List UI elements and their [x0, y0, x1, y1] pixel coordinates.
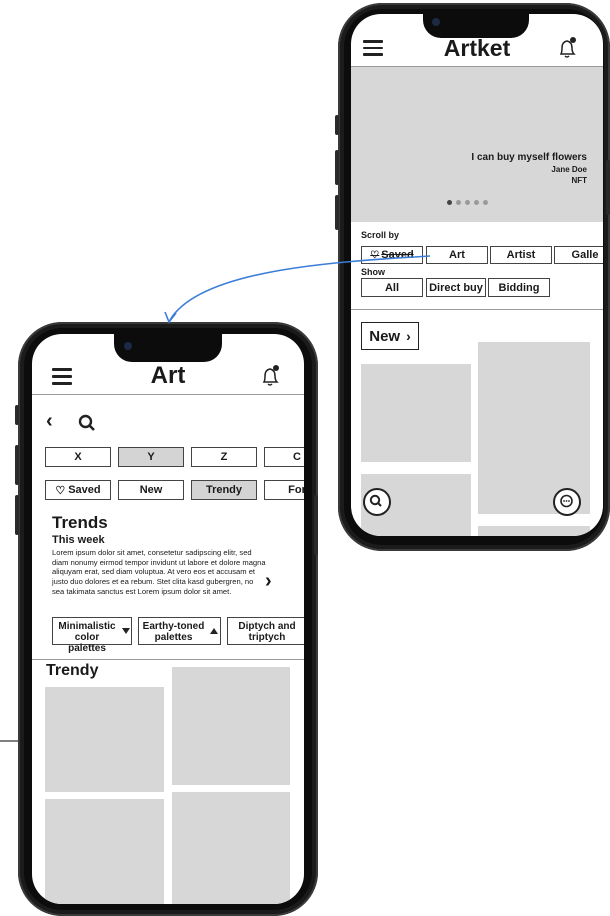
side-button: [335, 115, 339, 135]
artwork-card[interactable]: [45, 687, 164, 792]
side-button: [335, 195, 339, 230]
artwork-card[interactable]: [45, 799, 164, 904]
section-divider: [32, 659, 304, 660]
scroll-by-label: Scroll by: [361, 230, 400, 240]
palette-dropdown-minimalistic[interactable]: Minimalistic color palettes: [52, 617, 132, 654]
artwork-card[interactable]: [172, 792, 290, 904]
carousel-dot[interactable]: [474, 200, 479, 205]
chip-saved-label: Saved: [381, 249, 414, 261]
carousel-dot[interactable]: [465, 200, 470, 205]
front-camera: [432, 18, 440, 26]
chip-new[interactable]: New: [118, 480, 184, 500]
chevron-up-icon: [210, 628, 218, 634]
chip-saved[interactable]: ♡ Saved: [45, 480, 111, 500]
bell-icon[interactable]: [557, 36, 579, 60]
hero-title: I can buy myself flowers: [471, 152, 587, 163]
palette-dropdown-diptych[interactable]: Diptych and triptych: [227, 617, 304, 645]
trends-body: Lorem ipsum dolor sit amet, consetetur s…: [52, 548, 266, 596]
filter-letter-c[interactable]: C: [264, 447, 304, 467]
chip-for[interactable]: For: [264, 480, 304, 500]
section-divider: [351, 309, 603, 310]
show-label: Show: [361, 267, 385, 277]
search-icon: [369, 494, 382, 507]
artwork-card[interactable]: [478, 342, 590, 514]
app-title: Artket: [443, 35, 511, 61]
palette-label: Earthy-toned palettes: [142, 621, 205, 643]
chip-trendy[interactable]: Trendy: [191, 480, 257, 500]
palette-label: Minimalistic color palettes: [58, 621, 116, 654]
chevron-right-icon[interactable]: ›: [265, 570, 272, 593]
side-button: [15, 405, 19, 425]
chip-artist[interactable]: Artist: [490, 246, 552, 264]
artwork-card[interactable]: [361, 364, 471, 462]
side-button: [15, 445, 19, 485]
chat-button[interactable]: [553, 488, 581, 516]
palette-dropdown-earthy[interactable]: Earthy-toned palettes: [138, 617, 221, 645]
carousel-dot[interactable]: [456, 200, 461, 205]
new-button-label: New: [369, 327, 401, 345]
hamburger-menu-icon[interactable]: [363, 40, 383, 56]
chip-saved[interactable]: ♡ Saved: [361, 246, 423, 264]
notch: [114, 334, 222, 362]
screen-left: Art ‹ X Y Z C ♡ Saved New Trendy For Tre…: [32, 334, 304, 904]
trends-title: Trends: [52, 513, 108, 532]
artwork-card[interactable]: [478, 526, 590, 536]
chevron-left-icon[interactable]: ‹: [46, 410, 53, 433]
heart-icon: ♡: [55, 484, 66, 497]
chip-bidding[interactable]: Bidding: [488, 278, 550, 297]
chip-all[interactable]: All: [361, 278, 423, 297]
chip-gallery[interactable]: Galle: [554, 246, 603, 264]
app-title: Art: [150, 362, 186, 389]
hero-artist: Jane Doe: [551, 165, 587, 174]
chip-saved-label: Saved: [68, 484, 101, 496]
search-icon[interactable]: [78, 414, 96, 432]
hero-type: NFT: [571, 176, 587, 185]
new-button[interactable]: New ›: [361, 322, 419, 350]
side-button: [15, 495, 19, 535]
trendy-heading: Trendy: [46, 662, 99, 679]
notch: [423, 14, 529, 38]
chip-direct-buy[interactable]: Direct buy: [426, 278, 486, 297]
power-button: [606, 160, 610, 215]
side-button: [335, 150, 339, 185]
power-button: [314, 495, 318, 555]
search-button[interactable]: [363, 488, 391, 516]
chat-icon: [560, 494, 573, 508]
hamburger-menu-icon[interactable]: [52, 368, 72, 385]
carousel-dot-active[interactable]: [447, 200, 452, 205]
screen-right: Artket I can buy myself flowers Jane Doe…: [351, 14, 603, 536]
artwork-card[interactable]: [172, 667, 290, 785]
heart-icon: ♡: [370, 249, 380, 261]
chevron-right-icon: ›: [406, 328, 411, 344]
palette-label: Diptych and triptych: [238, 621, 296, 643]
header-divider: [32, 394, 304, 395]
trends-subtitle: This week: [52, 534, 105, 546]
bell-icon[interactable]: [260, 364, 282, 388]
chip-art[interactable]: Art: [426, 246, 488, 264]
filter-letter-x[interactable]: X: [45, 447, 111, 467]
chevron-down-icon: [122, 628, 130, 634]
front-camera: [124, 342, 132, 350]
filter-letter-z[interactable]: Z: [191, 447, 257, 467]
carousel-dot[interactable]: [483, 200, 488, 205]
filter-letter-y[interactable]: Y: [118, 447, 184, 467]
hero-carousel[interactable]: [351, 67, 603, 222]
